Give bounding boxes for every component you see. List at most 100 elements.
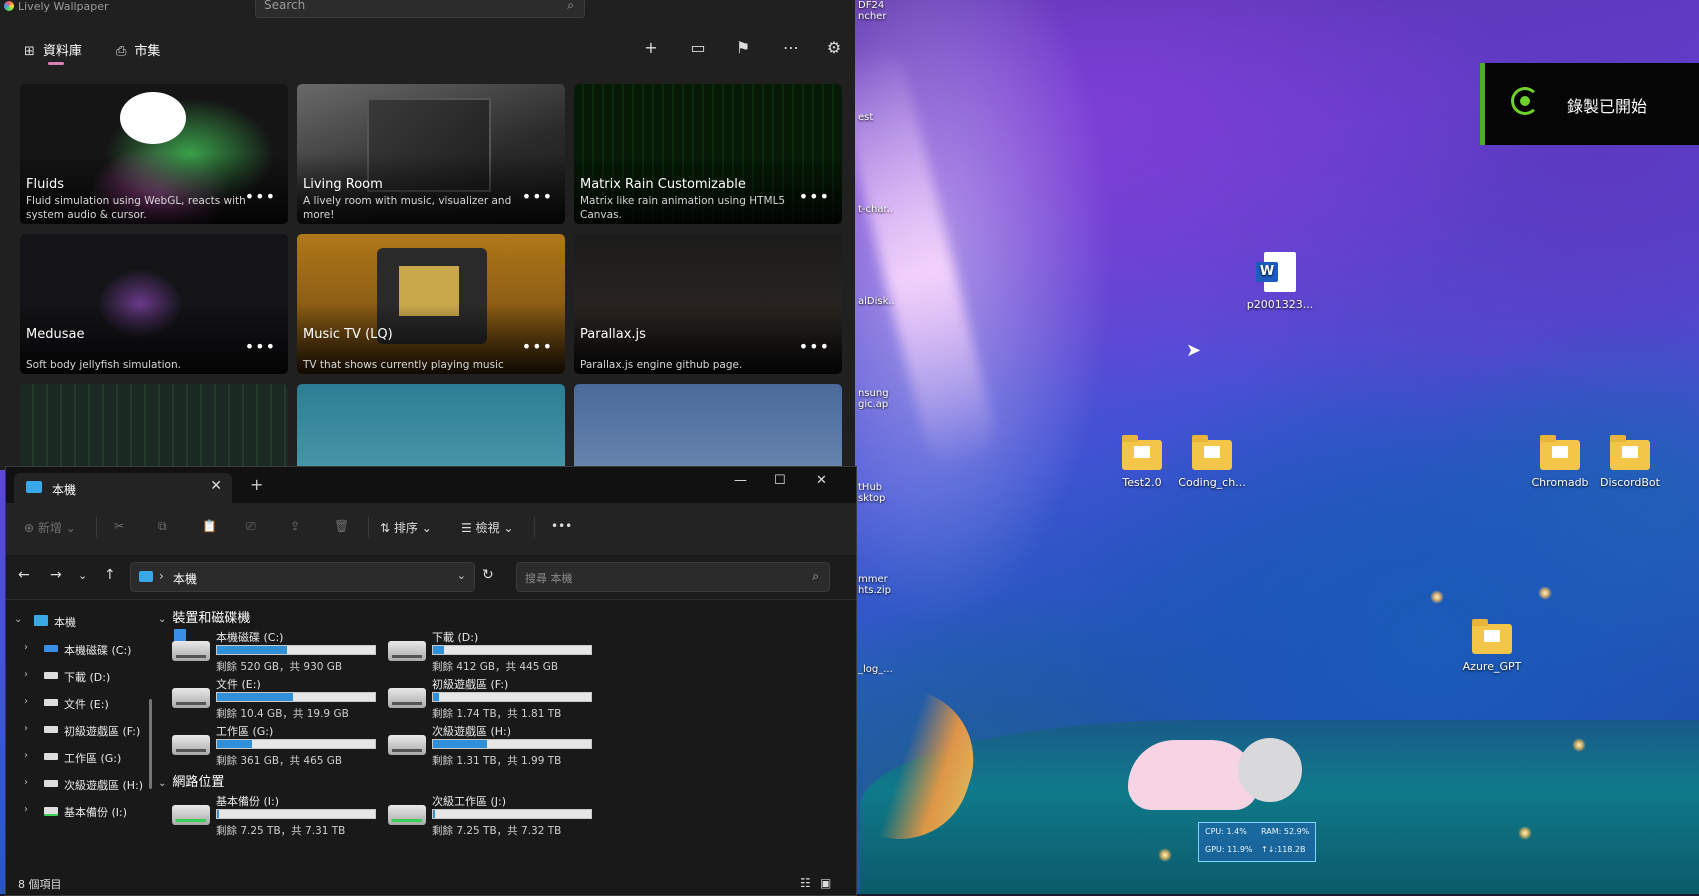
tree-item-this-pc[interactable]: ⌄ 本機 <box>6 611 151 631</box>
display-icon[interactable]: ▭ <box>686 38 710 57</box>
folder-icon <box>1610 435 1650 470</box>
add-icon[interactable]: + <box>639 38 663 57</box>
tree-item-drive[interactable]: › 下載 (D:) <box>6 666 151 686</box>
close-window-button[interactable]: ✕ <box>816 473 827 488</box>
chevron-right-icon[interactable]: › <box>24 750 28 761</box>
maximize-button[interactable]: ☐ <box>774 473 786 488</box>
more-options-icon[interactable]: ••• <box>522 337 553 356</box>
control-panel-icon[interactable]: ⚑ <box>731 38 755 57</box>
more-options-icon[interactable]: ••• <box>799 337 830 356</box>
tree-item-drive[interactable]: › 次級遊戲區 (H:) <box>6 774 151 794</box>
divider <box>368 517 369 537</box>
sort-button[interactable]: ⇅ 排序 ⌄ <box>380 519 432 536</box>
navigation-scrollbar[interactable] <box>149 699 152 789</box>
refresh-icon[interactable]: ↻ <box>482 567 494 583</box>
settings-icon[interactable]: ⚙ <box>822 38 846 57</box>
desktop-icon-folder[interactable]: Coding_ch... <box>1172 435 1252 489</box>
drive-tile[interactable]: 初級遊戲區 (F:) 剩餘 1.74 TB，共 1.81 TB <box>388 676 598 722</box>
search-input[interactable]: 搜尋 本機 ⌕ <box>516 562 830 592</box>
details-view-icon[interactable]: ☷ <box>800 876 811 890</box>
forward-icon[interactable]: → <box>50 567 62 583</box>
tree-item-drive[interactable]: › 基本備份 (I:) <box>6 801 151 821</box>
wallpaper-title: Music TV (LQ) <box>303 327 393 342</box>
close-tab-icon[interactable]: ✕ <box>210 478 222 494</box>
recording-toast[interactable]: 錄製已開始 <box>1480 63 1699 145</box>
wallpaper-card[interactable]: Living Room A lively room with music, vi… <box>297 84 565 224</box>
desktop-icon-word-file[interactable]: W p2001323... <box>1240 252 1320 311</box>
wallpaper-card[interactable]: Medusae Soft body jellyfish simulation. … <box>20 234 288 374</box>
chevron-right-icon[interactable]: › <box>24 696 28 707</box>
drive-tile[interactable]: 工作區 (G:) 剩餘 361 GB，共 465 GB <box>172 723 382 769</box>
more-options-icon[interactable]: ••• <box>522 187 553 206</box>
more-options-icon[interactable]: ••• <box>245 337 276 356</box>
drive-name: 基本備份 (I:) <box>216 795 280 808</box>
drive-tile[interactable]: 下載 (D:) 剩餘 412 GB，共 445 GB <box>388 629 598 675</box>
desktop-icon-folder[interactable]: DiscordBot <box>1590 435 1670 489</box>
more-options-button[interactable]: ••• <box>551 519 572 533</box>
new-button[interactable]: ⊕ 新增 ⌄ <box>24 519 76 536</box>
chevron-right-icon[interactable]: › <box>24 642 28 653</box>
chevron-right-icon[interactable]: › <box>24 723 28 734</box>
desktop-partial-icon[interactable]: alDisk.. <box>858 296 898 307</box>
desktop-partial-icon[interactable]: tHub sktop <box>858 482 898 504</box>
tab-gallery[interactable]: ⎙ 市集 <box>116 40 160 59</box>
up-icon[interactable]: ↑ <box>104 567 116 583</box>
rename-icon[interactable]: ⎚ <box>246 519 256 534</box>
drive-tile[interactable]: 文件 (E:) 剩餘 10.4 GB，共 19.9 GB <box>172 676 382 722</box>
tree-item-label: 本機磁碟 (C:) <box>64 644 132 657</box>
tiles-view-icon[interactable]: ▣ <box>820 876 831 890</box>
desktop-icon-folder[interactable]: Azure_GPT <box>1452 619 1532 673</box>
chevron-down-icon[interactable]: ⌄ <box>457 569 466 582</box>
chevron-right-icon[interactable]: › <box>24 669 28 680</box>
network-drive-tile[interactable]: 基本備份 (I:) 剩餘 7.25 TB，共 7.31 TB <box>172 793 382 839</box>
delete-icon[interactable]: 🗑 <box>334 519 349 533</box>
chevron-right-icon[interactable]: › <box>24 804 28 815</box>
desktop-partial-icon[interactable]: _log_... <box>858 664 898 675</box>
tab-this-pc[interactable]: 本機 ✕ <box>14 473 232 503</box>
computer-icon <box>139 571 153 582</box>
wallpaper-card[interactable] <box>297 384 565 470</box>
tree-item-drive[interactable]: › 本機磁碟 (C:) <box>6 639 151 659</box>
firefly <box>1430 590 1444 604</box>
minimize-button[interactable]: — <box>734 473 747 488</box>
back-icon[interactable]: ← <box>18 567 30 583</box>
more-icon[interactable]: ⋯ <box>779 38 803 57</box>
tree-item-drive[interactable]: › 初級遊戲區 (F:) <box>6 720 151 740</box>
network-drive-tile[interactable]: 次級工作區 (J:) 剩餘 7.25 TB，共 7.32 TB <box>388 793 598 839</box>
wallpaper-card[interactable]: Music TV (LQ) TV that shows currently pl… <box>297 234 565 374</box>
view-button[interactable]: ☰ 檢視 ⌄ <box>461 519 513 536</box>
drive-tile[interactable]: 本機磁碟 (C:) 剩餘 520 GB，共 930 GB <box>172 629 382 675</box>
tab-library[interactable]: ⊞ 資料庫 <box>24 40 82 59</box>
cut-icon[interactable]: ✂ <box>114 519 124 533</box>
new-tab-button[interactable]: + <box>250 475 263 494</box>
desktop-partial-icon[interactable]: t-char.. <box>858 204 898 215</box>
wallpaper-card[interactable]: Parallax.js Parallax.js engine github pa… <box>574 234 842 374</box>
drive-tile[interactable]: 次級遊戲區 (H:) 剩餘 1.31 TB，共 1.99 TB <box>388 723 598 769</box>
wallpaper-card[interactable] <box>574 384 842 470</box>
chevron-right-icon[interactable]: › <box>24 777 28 788</box>
more-options-icon[interactable]: ••• <box>799 187 830 206</box>
desktop-partial-icon[interactable]: nsung gic.ap <box>858 388 898 410</box>
group-network[interactable]: ⌄ 網路位置 <box>158 771 224 790</box>
tree-item-drive[interactable]: › 文件 (E:) <box>6 693 151 713</box>
recording-icon <box>1511 87 1539 115</box>
desktop-partial-icon[interactable]: mmer hts.zip <box>858 574 898 596</box>
more-options-icon[interactable]: ••• <box>245 187 276 206</box>
wallpaper-card[interactable]: Fluids Fluid simulation using WebGL, rea… <box>20 84 288 224</box>
wallpaper-card[interactable] <box>20 384 288 470</box>
desktop-icon-folder[interactable]: Test2.0 <box>1102 435 1182 489</box>
copy-icon[interactable]: ⧉ <box>158 519 167 534</box>
share-icon[interactable]: ⇪ <box>290 519 300 533</box>
chevron-down-icon[interactable]: ⌄ <box>14 614 22 625</box>
tree-item-drive[interactable]: › 工作區 (G:) <box>6 747 151 767</box>
paste-icon[interactable]: 📋 <box>202 519 217 533</box>
lively-search-input[interactable]: Search ⌕ <box>255 0 585 18</box>
wallpaper-card[interactable]: Matrix Rain Customizable Matrix like rai… <box>574 84 842 224</box>
group-devices[interactable]: ⌄ 裝置和磁碟機 <box>158 607 250 626</box>
recent-locations-icon[interactable]: ⌄ <box>78 569 87 582</box>
desktop-partial-icon[interactable]: DF24 ncher <box>858 0 898 22</box>
address-bar[interactable]: › 本機 ⌄ <box>130 562 475 592</box>
desktop-icon-folder[interactable]: Chromadb <box>1520 435 1600 489</box>
hard-drive-icon <box>388 688 426 708</box>
desktop-partial-icon[interactable]: est <box>858 112 898 123</box>
